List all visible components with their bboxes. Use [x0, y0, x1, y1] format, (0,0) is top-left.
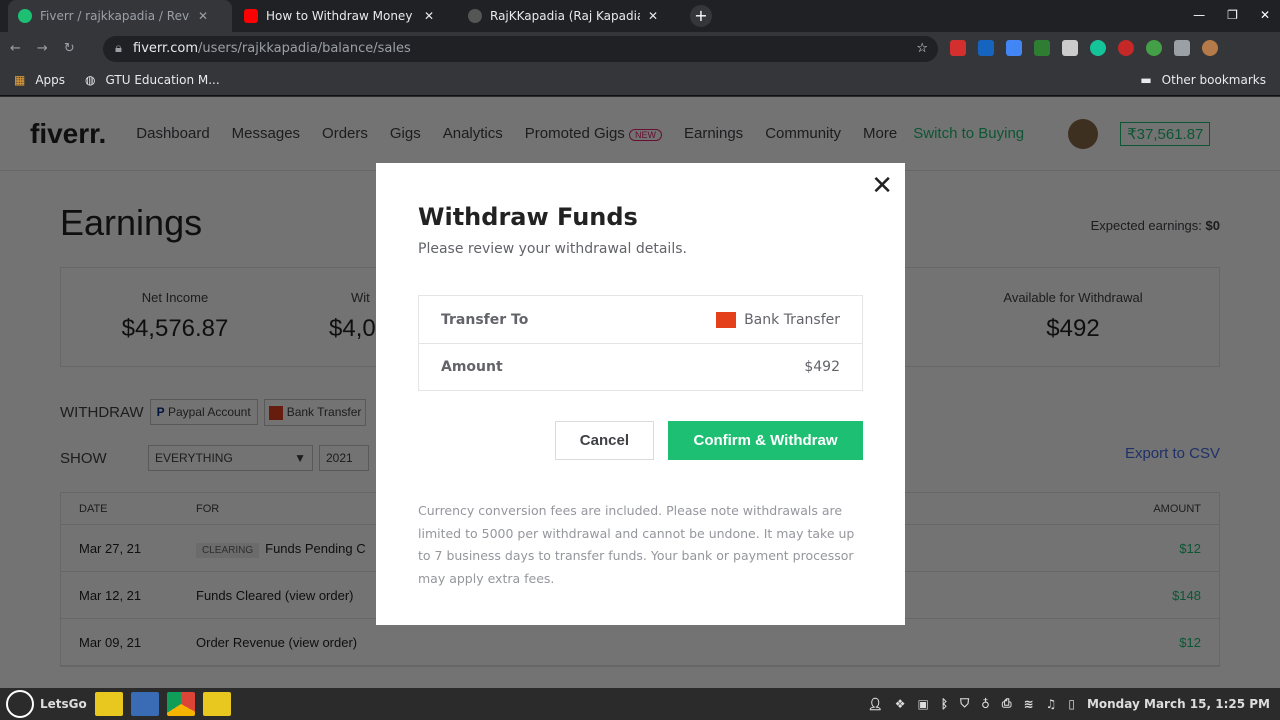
export-csv-link[interactable]: Export to CSV	[1125, 445, 1220, 462]
fiverr-logo[interactable]: fiverr.	[30, 118, 106, 150]
filter-select[interactable]: EVERYTHING ▼	[148, 445, 313, 471]
table-row[interactable]: Mar 09, 21 Order Revenue (view order) $12	[61, 619, 1219, 666]
bank-transfer-button[interactable]: Bank Transfer	[263, 399, 367, 426]
translate-icon[interactable]	[1006, 40, 1022, 56]
extension-icon[interactable]	[978, 40, 994, 56]
back-icon[interactable]: ←	[10, 41, 21, 56]
nav-orders[interactable]: Orders	[322, 125, 368, 142]
star-icon[interactable]: ☆	[916, 36, 928, 62]
clock[interactable]: Monday March 15, 1:25 PM	[1087, 697, 1270, 711]
clearing-badge: CLEARING	[196, 542, 260, 558]
extension-icon[interactable]	[950, 40, 966, 56]
printer-icon[interactable]: ⎙	[1002, 696, 1012, 711]
bank-icon	[268, 405, 283, 420]
bank-icon	[716, 311, 737, 328]
tab-youtube[interactable]: How to Withdraw Money from✕	[234, 0, 456, 32]
nav-messages[interactable]: Messages	[232, 125, 300, 142]
dropbox-icon[interactable]: ❖	[895, 697, 906, 711]
tab-fiverr[interactable]: Fiverr / rajkkapadia / Revenue✕	[8, 0, 232, 32]
youtube-favicon-icon	[244, 9, 258, 23]
camera-icon[interactable]	[130, 692, 159, 716]
evernote-icon[interactable]	[1034, 40, 1050, 56]
apps-icon: ▦	[14, 72, 26, 87]
fiverr-favicon-icon	[18, 9, 32, 23]
avatar[interactable]	[1068, 118, 1099, 149]
confirm-withdraw-button[interactable]: Confirm & Withdraw	[668, 421, 863, 460]
close-window-icon[interactable]: ✕	[1260, 8, 1270, 22]
nav-more[interactable]: More	[863, 125, 897, 142]
paypal-button[interactable]: P Paypal Account	[149, 399, 258, 426]
stat-net-income: Net Income $4,576.87	[121, 290, 229, 342]
user-icon[interactable]: 👤︎	[868, 697, 883, 711]
withdrawal-details: Transfer To Bank Transfer Amount $492	[418, 295, 863, 391]
bookmarks-bar: ▦ Apps ◍ GTU Education M... ▬ Other bookmar…	[0, 64, 1280, 96]
top-nav: fiverr. Dashboard Messages Orders Gigs A…	[0, 97, 1280, 171]
folder-icon: ▬	[1140, 72, 1152, 87]
close-tab-icon[interactable]: ✕	[424, 9, 434, 23]
switch-to-buying[interactable]: Switch to Buying	[913, 125, 1024, 142]
stat-available: Available for Withdrawal $492	[1003, 290, 1143, 342]
paypal-icon: P	[156, 405, 165, 420]
close-icon[interactable]: ✕	[871, 171, 893, 201]
battery-icon[interactable]: ▯	[1068, 697, 1075, 711]
maximize-icon[interactable]: ❐	[1227, 8, 1238, 22]
system-tray: 👤︎ ❖ ▣ ᛒ ⛉ ♁ ⎙ ≋ ♫ ▯ Monday March 15, 1:25 PM	[868, 696, 1270, 711]
tab-github[interactable]: RajKKapadia (Raj Kapadia) ✕	[458, 0, 682, 32]
reload-icon[interactable]: ↻	[64, 41, 75, 56]
address-bar[interactable]: 🔒︎ fiverr.com/users/rajkkapadia/balance/s…	[103, 36, 938, 62]
screenshot-icon[interactable]: ▣	[918, 697, 929, 711]
close-tab-icon[interactable]: ✕	[648, 9, 658, 23]
nav-dashboard[interactable]: Dashboard	[136, 125, 209, 142]
minimize-icon[interactable]: —	[1193, 8, 1205, 22]
nav-earnings[interactable]: Earnings	[684, 125, 743, 142]
stat-withdrawn: Wit $4,0	[329, 290, 376, 342]
cancel-button[interactable]: Cancel	[554, 421, 654, 460]
taskbar: LetsGo 👤︎ ❖ ▣ ᛒ ⛉ ♁ ⎙ ≋ ♫ ▯ Monday March 15, 1:25…	[0, 688, 1280, 720]
profile-avatar[interactable]	[1202, 40, 1218, 56]
shield-icon[interactable]: ⛉	[960, 696, 969, 711]
nav-promoted-gigs[interactable]: Promoted Gigs NEW	[525, 125, 662, 142]
chrome-icon[interactable]	[166, 692, 195, 716]
tab-strip: Fiverr / rajkkapadia / Revenue✕ How to W…	[0, 0, 1280, 32]
nav-gigs[interactable]: Gigs	[390, 125, 421, 142]
withdrawal-note: Currency conversion fees are included. P…	[418, 503, 855, 586]
folder-icon[interactable]	[202, 692, 231, 716]
start-button[interactable]: LetsGo	[40, 697, 87, 711]
extension-icon[interactable]	[1062, 40, 1078, 56]
start-menu-icon[interactable]	[6, 690, 34, 718]
withdraw-modal: ✕ Withdraw Funds Please review your with…	[376, 163, 905, 625]
github-favicon-icon	[468, 9, 482, 23]
withdraw-amount: $492	[804, 359, 840, 375]
close-tab-icon[interactable]: ✕	[198, 9, 208, 23]
nav-analytics[interactable]: Analytics	[443, 125, 503, 142]
files-icon[interactable]	[94, 692, 123, 716]
globe-icon: ◍	[85, 72, 96, 87]
page-title: Earnings	[60, 202, 203, 243]
bookmark-apps[interactable]: Apps	[35, 73, 65, 87]
modal-title: Withdraw Funds	[418, 203, 638, 231]
balance-badge[interactable]: ₹37,561.87	[1120, 121, 1211, 146]
extension-icon[interactable]	[1146, 40, 1162, 56]
expected-earnings: $0	[1205, 218, 1220, 233]
transfer-method: Bank Transfer	[744, 311, 840, 328]
grammarly-icon[interactable]	[1090, 40, 1106, 56]
other-bookmarks[interactable]: Other bookmarks	[1162, 73, 1266, 87]
music-icon[interactable]: ♫	[1046, 697, 1057, 711]
lock-icon: 🔒︎	[115, 41, 122, 56]
wifi-icon[interactable]: ≋	[1024, 697, 1034, 711]
nav-community[interactable]: Community	[765, 125, 841, 142]
adblock-icon[interactable]	[1118, 40, 1134, 56]
bulb-icon[interactable]: ♁	[981, 697, 990, 711]
bookmark-gtu[interactable]: GTU Education M...	[106, 73, 220, 87]
puzzle-icon[interactable]	[1174, 40, 1190, 56]
extensions	[950, 40, 1218, 56]
bluetooth-icon[interactable]: ᛒ	[941, 697, 948, 711]
year-select[interactable]: 2021	[319, 445, 369, 471]
new-tab-button[interactable]: +	[690, 5, 712, 27]
forward-icon[interactable]: →	[37, 41, 48, 56]
new-badge: NEW	[628, 129, 662, 141]
